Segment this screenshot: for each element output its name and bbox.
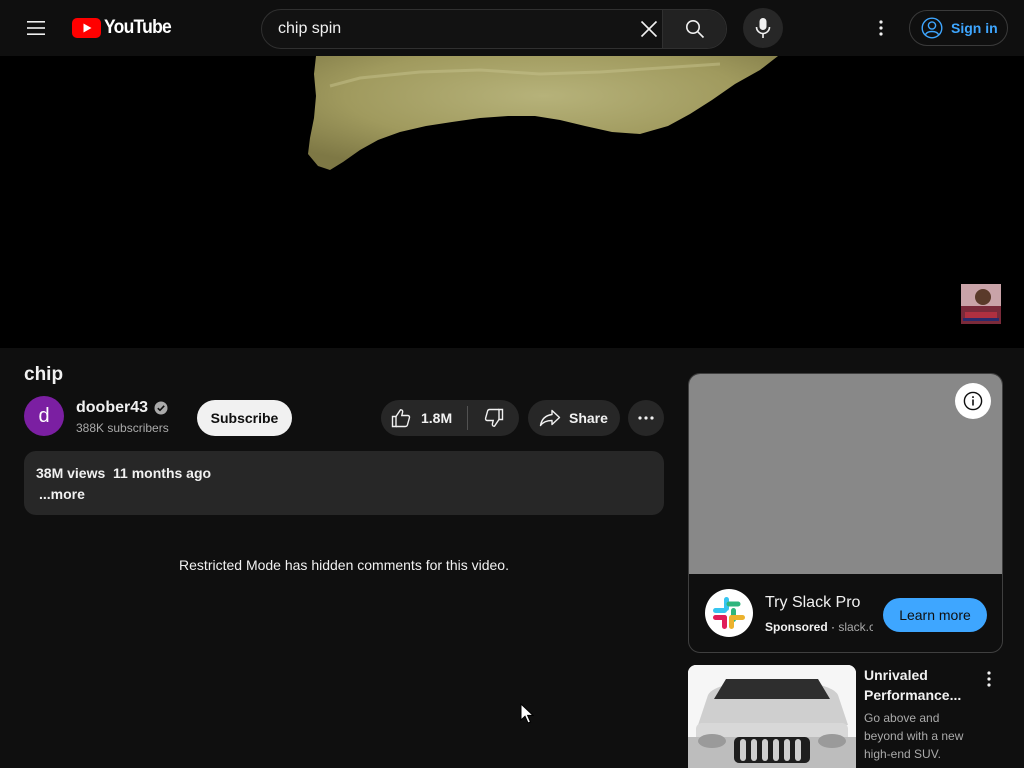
thumbs-up-icon <box>391 409 411 428</box>
ad-card[interactable]: Try Slack Pro Sponsored · slack.com Lear… <box>688 373 1003 653</box>
watermark-image <box>961 284 1001 324</box>
mic-icon <box>755 18 771 38</box>
related-title-line-2: Performance... <box>864 687 962 703</box>
more-actions-button[interactable] <box>628 400 664 436</box>
settings-more-button[interactable] <box>861 8 901 48</box>
related-description: Go above and beyond with a new high-end … <box>864 709 976 763</box>
more-vert-icon <box>987 671 991 687</box>
ad-title[interactable]: Try Slack Pro <box>765 594 860 612</box>
subscribe-button[interactable]: Subscribe <box>197 400 292 436</box>
youtube-play-icon <box>72 18 101 38</box>
learn-more-button[interactable]: Learn more <box>883 598 987 632</box>
search-input[interactable] <box>262 10 632 48</box>
video-frame-chip <box>308 56 778 170</box>
masthead: YouTube chip spin Sign in <box>0 0 1024 56</box>
account-icon <box>921 17 943 39</box>
share-icon <box>539 409 561 427</box>
channel-watermark[interactable] <box>961 284 1001 324</box>
menu-icon <box>27 21 45 35</box>
related-more-button[interactable] <box>978 667 1000 691</box>
ad-sponsored-line: Sponsored · slack.com <box>765 620 873 634</box>
like-dislike-group: 1.8M <box>381 400 519 436</box>
info-icon <box>963 391 983 411</box>
dislike-button[interactable] <box>468 400 519 436</box>
mouse-cursor-icon <box>520 703 534 724</box>
menu-button[interactable] <box>18 10 54 46</box>
like-count: 1.8M <box>421 410 453 426</box>
thumbs-down-icon <box>484 408 503 427</box>
youtube-logo[interactable]: YouTube <box>72 17 177 39</box>
suv-thumbnail-image <box>688 665 856 768</box>
avatar-letter: d <box>38 404 50 427</box>
sign-in-label: Sign in <box>951 20 998 36</box>
more-horiz-icon <box>638 416 654 420</box>
related-thumbnail[interactable] <box>688 665 856 768</box>
related-video-item[interactable]: Unrivaled Performance... Go above and be… <box>688 665 1003 768</box>
related-title[interactable]: Unrivaled Performance... <box>864 665 976 705</box>
subscriber-count: 388K subscribers <box>76 421 169 435</box>
ad-separator: · <box>827 620 839 634</box>
video-title: chip <box>24 364 64 385</box>
description-more[interactable]: ...more <box>39 486 85 502</box>
share-button[interactable]: Share <box>528 400 620 436</box>
more-vert-icon <box>879 20 883 36</box>
logo-text: YouTube <box>104 17 172 38</box>
description-box[interactable]: 38M views 11 months ago ...more <box>24 451 664 515</box>
search-box <box>261 9 727 49</box>
search-clear-button[interactable] <box>632 10 666 48</box>
channel-avatar[interactable]: d <box>24 396 64 436</box>
ad-domain: slack.com <box>838 620 873 634</box>
related-desc-line-2: beyond with a new <box>864 729 964 743</box>
like-button[interactable]: 1.8M <box>381 400 467 436</box>
video-player[interactable] <box>0 56 1024 348</box>
voice-search-button[interactable] <box>743 8 783 48</box>
share-label: Share <box>569 410 608 426</box>
view-count-date: 38M views 11 months ago <box>36 465 212 481</box>
close-icon <box>640 20 658 38</box>
related-desc-line-1: Go above and <box>864 711 940 725</box>
channel-name-text: doober43 <box>76 399 149 416</box>
sign-in-button[interactable]: Sign in <box>909 10 1008 46</box>
related-title-line-1: Unrivaled <box>864 667 928 683</box>
search-button[interactable] <box>662 10 726 48</box>
ad-advertiser-logo[interactable] <box>705 589 753 637</box>
related-desc-line-3: high-end SUV. <box>864 747 941 761</box>
ad-info-button[interactable] <box>955 383 991 419</box>
slack-logo-icon <box>713 597 745 629</box>
comments-restricted-notice: Restricted Mode has hidden comments for … <box>179 557 509 573</box>
channel-name[interactable]: doober43 <box>76 399 168 417</box>
search-icon <box>685 20 704 39</box>
verified-check-icon <box>154 401 168 415</box>
sponsored-label: Sponsored <box>765 620 828 634</box>
